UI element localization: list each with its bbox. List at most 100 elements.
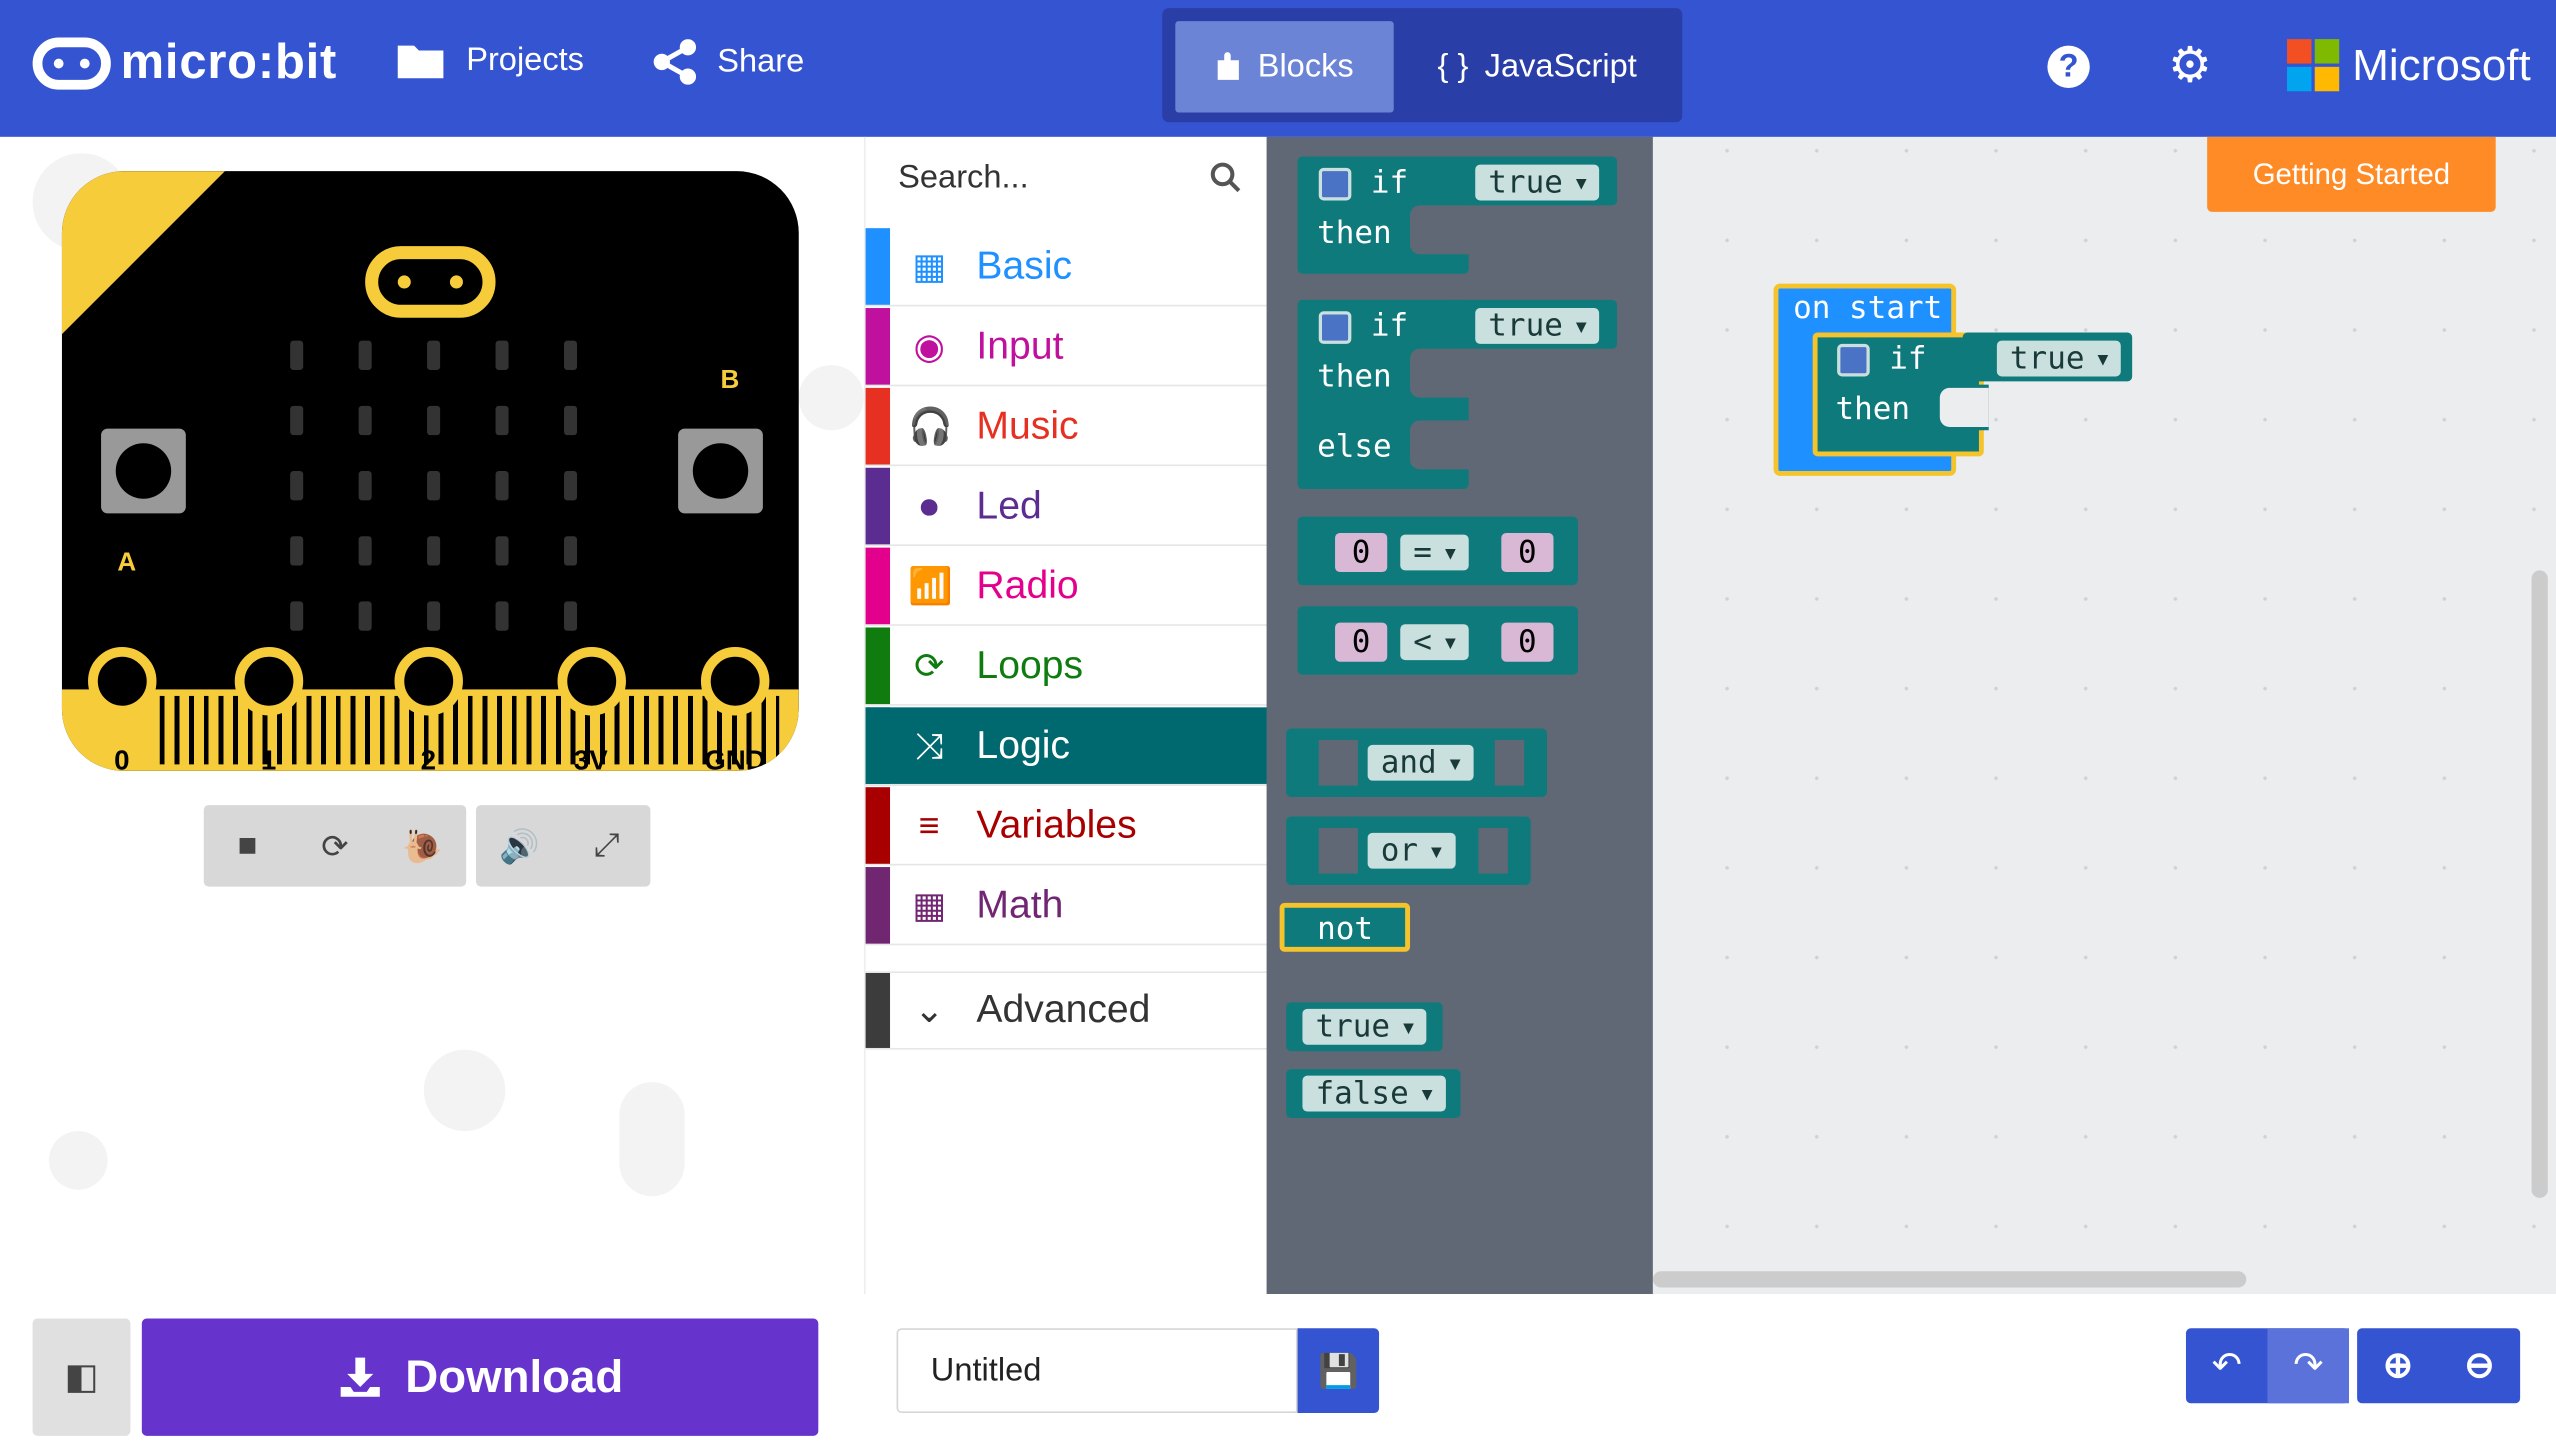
left-number-input[interactable]: 0 [1335, 532, 1388, 573]
background-decoration [423, 1049, 506, 1132]
microsoft-grid-icon [2287, 39, 2340, 92]
right-number-input[interactable]: 0 [1501, 532, 1554, 573]
toolbox-search[interactable]: Search... [866, 137, 1269, 218]
zoom-out-icon[interactable]: ⊖ [2439, 1328, 2521, 1403]
collapse-icon: ◧ [64, 1355, 99, 1397]
stop-icon[interactable]: ■ [215, 827, 280, 864]
pin-gnd[interactable] [700, 647, 770, 716]
category-basic[interactable]: ▦ Basic [865, 228, 1269, 307]
button-b[interactable] [678, 428, 763, 514]
search-input[interactable]: Search... [898, 159, 1028, 196]
gear-icon[interactable] [1837, 343, 1870, 377]
false-dropdown[interactable]: false ▼ [1302, 1075, 1446, 1112]
then-keyword: then [1317, 358, 1392, 395]
redo-icon[interactable]: ↷ [2267, 1328, 2349, 1404]
logic-flyout: if then true ▼ if then else true ▼ 0 = ▼ 0 … [1266, 136, 1653, 1295]
or-dropdown[interactable]: or ▼ [1367, 832, 1455, 869]
target-icon: ◉ [913, 325, 945, 366]
slow-motion-icon[interactable]: 🐌 [390, 825, 455, 866]
true-value: true [1315, 1008, 1391, 1045]
logo-text: micro:bit [120, 35, 338, 90]
equals-operator: = [1413, 534, 1432, 571]
pin-2[interactable] [394, 647, 463, 716]
category-label: Radio [976, 563, 1079, 608]
and-dropdown[interactable]: and ▼ [1367, 744, 1474, 781]
category-variables[interactable]: ≡ Variables [865, 787, 1269, 866]
background-decoration [48, 1131, 108, 1190]
javascript-tab[interactable]: { } JavaScript [1407, 21, 1668, 112]
category-label: Led [976, 483, 1042, 528]
microsoft-logo[interactable]: Microsoft [2287, 39, 2531, 92]
category-color-bar [865, 867, 891, 944]
category-input[interactable]: ◉ Input [865, 308, 1269, 387]
zoom-in-icon[interactable]: ⊕ [2357, 1328, 2439, 1403]
category-label: Logic [976, 722, 1070, 767]
category-label: Math [976, 882, 1064, 927]
headphones-icon: 🎧 [907, 405, 953, 446]
led [290, 471, 304, 501]
category-label: Loops [976, 642, 1084, 687]
button-a[interactable] [101, 428, 186, 514]
category-math[interactable]: ▦ Math [865, 867, 1269, 946]
category-color-bar [865, 627, 891, 705]
category-advanced[interactable]: ⌄ Advanced [865, 971, 1269, 1050]
mute-icon[interactable]: 🔊 [487, 825, 552, 866]
led [564, 471, 578, 501]
gear-icon[interactable] [1318, 167, 1352, 201]
board-corner [61, 171, 225, 335]
vertical-scrollbar[interactable] [2531, 570, 2548, 1198]
save-button[interactable]: 💾 [1297, 1328, 1380, 1414]
horizontal-scrollbar[interactable] [1652, 1271, 2247, 1288]
projects-button[interactable]: Projects [394, 39, 584, 81]
if-keyword: if [1370, 308, 1409, 344]
dropdown-arrow-icon: ▼ [1421, 1083, 1433, 1105]
category-color-bar [865, 228, 891, 305]
else-statement-slot [1410, 420, 1476, 470]
category-led[interactable]: ⏺ Led [865, 467, 1269, 546]
led [564, 601, 578, 631]
led [290, 536, 304, 566]
grid-icon: ▦ [912, 245, 947, 287]
gear-icon[interactable] [1318, 311, 1352, 344]
category-music[interactable]: 🎧 Music [865, 387, 1269, 467]
blocks-tab[interactable]: Blocks [1175, 21, 1394, 113]
category-logic[interactable]: ⤨ Logic [865, 707, 1269, 786]
or-operator: or [1380, 832, 1419, 869]
category-radio[interactable]: 📶 Radio [865, 547, 1269, 626]
download-button[interactable]: Download [141, 1318, 819, 1436]
restart-icon[interactable]: ⟳ [302, 825, 367, 866]
undo-icon[interactable]: ↶ [2186, 1328, 2268, 1403]
list-icon: ≡ [918, 804, 940, 846]
true-dropdown[interactable]: true ▼ [1996, 340, 2122, 377]
dropdown-arrow-icon: ▼ [1445, 541, 1456, 564]
project-name-input[interactable] [896, 1328, 1298, 1414]
help-icon[interactable]: ? [2047, 45, 2090, 89]
collapse-simulator-button[interactable]: ◧ [32, 1318, 131, 1436]
folder-icon [397, 45, 444, 79]
operator-dropdown[interactable]: = ▼ [1400, 534, 1469, 571]
board-logo-icon [365, 246, 496, 318]
true-dropdown[interactable]: true ▼ [1475, 164, 1600, 201]
background-decoration [798, 365, 864, 431]
getting-started-button[interactable]: Getting Started [2207, 136, 2496, 212]
true-dropdown[interactable]: true ▼ [1475, 308, 1600, 344]
pin-1[interactable] [234, 647, 304, 716]
operator-dropdown[interactable]: < ▼ [1400, 624, 1469, 661]
share-button[interactable]: Share [652, 39, 804, 85]
category-loops[interactable]: ⟳ Loops [865, 627, 1269, 706]
led [427, 471, 441, 501]
microbit-logo-icon [32, 37, 111, 90]
pin-0[interactable] [88, 647, 157, 716]
microbit-logo[interactable]: micro:bit [32, 35, 338, 91]
fullscreen-icon[interactable]: ⤢ [574, 827, 639, 864]
led [564, 340, 578, 370]
settings-gear-icon[interactable]: ⚙ [2168, 42, 2212, 91]
led [358, 536, 372, 566]
editor-toggle: Blocks { } JavaScript [1162, 8, 1683, 123]
category-label: Variables [976, 802, 1137, 847]
dropdown-arrow-icon: ▼ [1575, 315, 1587, 337]
true-dropdown[interactable]: true ▼ [1302, 1008, 1427, 1045]
left-number-input[interactable]: 0 [1335, 622, 1388, 662]
right-number-input[interactable]: 0 [1501, 622, 1554, 662]
pin-3v[interactable] [557, 647, 626, 716]
